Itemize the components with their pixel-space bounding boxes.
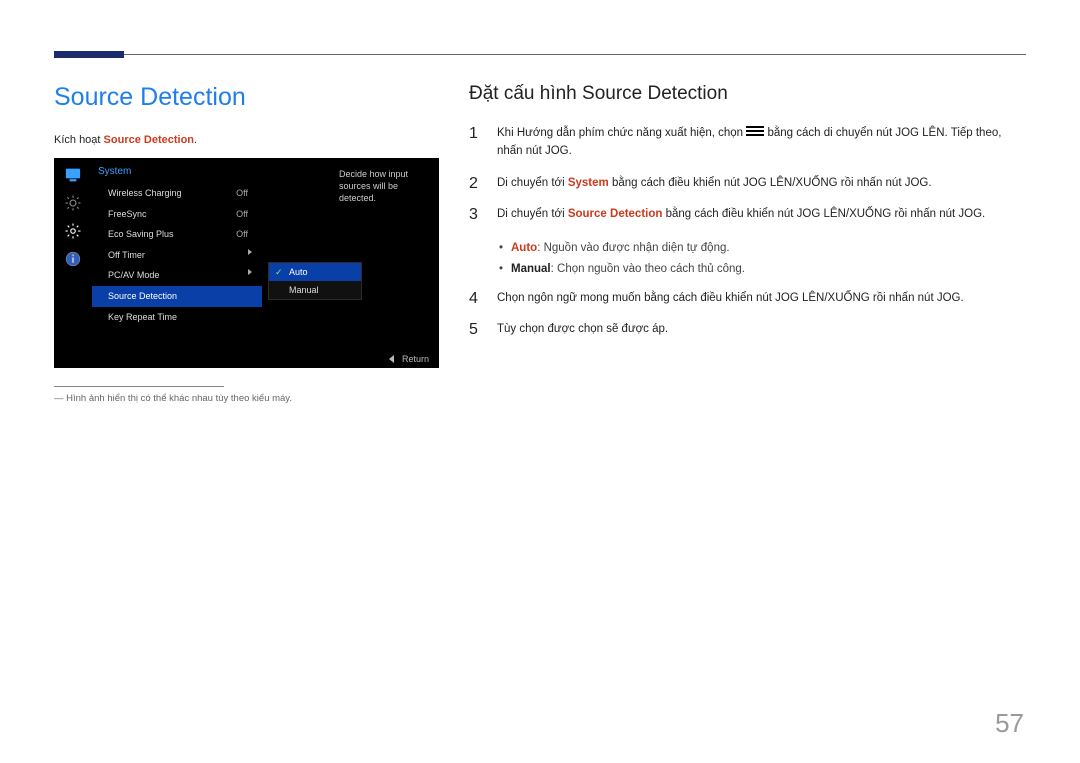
osd-submenu: Auto Manual [268, 262, 362, 300]
info-icon [63, 250, 83, 268]
bullet-list: Auto: Nguồn vào được nhận diện tự động. … [499, 238, 1026, 279]
config-title: Đặt cấu hình Source Detection [469, 83, 1026, 105]
lead-strong: Source Detection [104, 134, 194, 146]
bullet-auto: Auto: Nguồn vào được nhận diện tự động. [499, 238, 1026, 259]
footnote-rule [54, 386, 224, 387]
footnote: ― Hình ảnh hiển thị có thể khác nhau tùy… [54, 393, 439, 404]
lead-text: Kích hoạt Source Detection. [54, 134, 439, 146]
step-number: 3 [469, 206, 483, 224]
osd-menu-item[interactable]: Wireless ChargingOff [92, 183, 262, 204]
brightness-icon [63, 194, 83, 212]
page-number: 57 [995, 708, 1024, 739]
bullet-manual: Manual: Chọn nguồn vào theo cách thủ côn… [499, 259, 1026, 280]
osd-screenshot: System Wireless ChargingOff FreeSyncOff … [54, 158, 439, 368]
osd-menu: Wireless ChargingOff FreeSyncOff Eco Sav… [92, 183, 262, 327]
osd-menu-item[interactable]: Key Repeat Time [92, 307, 262, 328]
section-title: Source Detection [54, 83, 439, 112]
osd-submenu-item-selected[interactable]: Auto [269, 263, 361, 281]
step-strong: System [568, 177, 609, 189]
step-number: 1 [469, 125, 483, 161]
step-3: 3 Di chuyển tới Source Detection bằng cá… [469, 206, 1026, 224]
osd-menu-item[interactable]: FreeSyncOff [92, 204, 262, 225]
gear-icon [63, 222, 83, 240]
step-1: 1 Khi Hướng dẫn phím chức năng xuất hiện… [469, 125, 1026, 161]
osd-footer: Return [389, 354, 429, 364]
chevron-right-icon [248, 269, 252, 275]
osd-return-label[interactable]: Return [402, 354, 429, 364]
osd-help-text: Decide how input sources will be detecte… [335, 164, 433, 208]
step-number: 2 [469, 175, 483, 193]
steps-list: 1 Khi Hướng dẫn phím chức năng xuất hiện… [469, 125, 1026, 224]
triangle-left-icon [389, 355, 394, 363]
step-2: 2 Di chuyển tới System bằng cách điều kh… [469, 175, 1026, 193]
step-number: 4 [469, 290, 483, 308]
osd-submenu-item[interactable]: Manual [269, 281, 361, 299]
step-5: 5 Tùy chọn được chọn sẽ được áp. [469, 321, 1026, 339]
osd-menu-item[interactable]: Off Timer [92, 245, 262, 266]
step-4: 4 Chọn ngôn ngữ mong muốn bằng cách điều… [469, 290, 1026, 308]
top-rule [54, 54, 1026, 55]
chevron-right-icon [248, 249, 252, 255]
osd-icon-strip [54, 158, 92, 368]
osd-menu-item[interactable]: Eco Saving PlusOff [92, 224, 262, 245]
step-number: 5 [469, 321, 483, 339]
osd-menu-item-selected[interactable]: Source Detection [92, 286, 262, 307]
osd-menu-item[interactable]: PC/AV Mode [92, 265, 262, 286]
steps-list-2: 4 Chọn ngôn ngữ mong muốn bằng cách điều… [469, 290, 1026, 340]
monitor-icon [63, 166, 83, 184]
step-strong: Source Detection [568, 208, 663, 220]
menu-icon [746, 126, 764, 137]
